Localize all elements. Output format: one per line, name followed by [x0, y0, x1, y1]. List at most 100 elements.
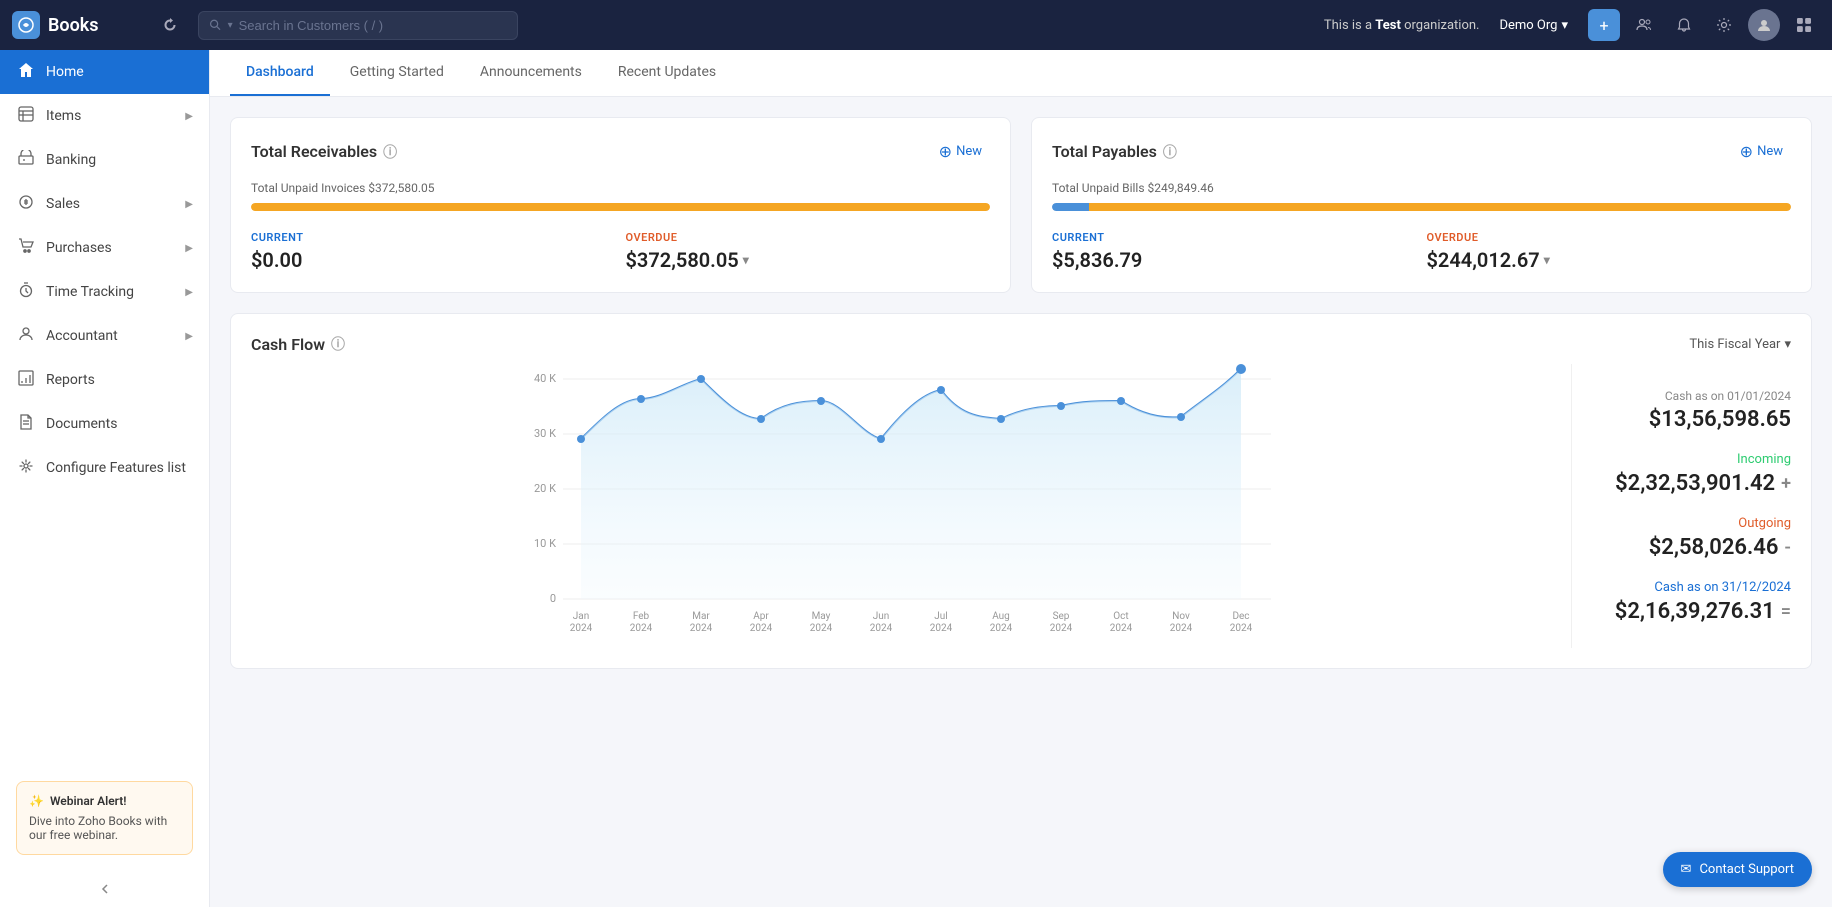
new-plus-icon: ⊕	[939, 142, 952, 161]
users-icon	[1636, 17, 1652, 33]
settings-button[interactable]	[1708, 9, 1740, 41]
svg-text:2024: 2024	[1170, 623, 1193, 634]
payables-current: CURRENT $5,836.79	[1052, 231, 1417, 272]
svg-text:Aug: Aug	[992, 611, 1010, 622]
payables-stats: CURRENT $5,836.79 OVERDUE $244,012.67 ▾	[1052, 231, 1791, 272]
collapse-icon	[97, 881, 113, 897]
receivables-progress	[251, 203, 990, 211]
cashflow-stats: Cash as on 01/01/2024 $13,56,598.65 Inco…	[1571, 364, 1791, 648]
avatar[interactable]	[1748, 9, 1780, 41]
cf-opening: Cash as on 01/01/2024 $13,56,598.65	[1582, 389, 1791, 432]
receivables-overdue-dropdown-icon[interactable]: ▾	[743, 253, 749, 267]
svg-text:2024: 2024	[630, 623, 653, 634]
time-tracking-icon	[16, 282, 36, 302]
sidebar-item-configure[interactable]: Configure Features list	[0, 446, 209, 490]
fiscal-year-label: This Fiscal Year	[1689, 337, 1780, 352]
sidebar-item-sales[interactable]: Sales ▶	[0, 182, 209, 226]
svg-text:Dec: Dec	[1232, 611, 1249, 622]
sidebar-item-time-tracking[interactable]: Time Tracking ▶	[0, 270, 209, 314]
cashflow-inner: 40 K 30 K 20 K 10 K 0	[251, 364, 1791, 648]
cf-outgoing-label: Outgoing	[1582, 516, 1791, 531]
receivables-help-icon[interactable]: ⓘ	[383, 142, 397, 162]
svg-text:2024: 2024	[1230, 623, 1253, 634]
webinar-alert[interactable]: ✨ Webinar Alert! Dive into Zoho Books wi…	[16, 781, 193, 855]
sidebar-label-banking: Banking	[46, 152, 96, 168]
payables-current-label: CURRENT	[1052, 231, 1417, 244]
payables-new-button[interactable]: ⊕ New	[1732, 138, 1791, 165]
bell-icon	[1676, 17, 1692, 33]
contact-support-icon: ✉	[1681, 862, 1692, 877]
sales-arrow-icon: ▶	[185, 199, 193, 210]
create-button[interactable]: +	[1588, 9, 1620, 41]
search-bar[interactable]: ▾	[198, 11, 518, 40]
cf-incoming-value: $2,32,53,901.42 +	[1582, 471, 1791, 496]
refresh-button[interactable]	[154, 9, 186, 41]
users-button[interactable]	[1628, 9, 1660, 41]
receivables-title: Total Receivables ⓘ	[251, 142, 397, 162]
cashflow-card: Cash Flow ⓘ This Fiscal Year ▾ 40 K 30 K	[230, 313, 1812, 669]
sidebar-label-sales: Sales	[46, 196, 80, 212]
receivables-progress-bar	[251, 203, 990, 211]
receivables-header: Total Receivables ⓘ ⊕ New	[251, 138, 990, 165]
sidebar-collapse-button[interactable]	[0, 871, 209, 907]
sidebar-item-purchases[interactable]: Purchases ▶	[0, 226, 209, 270]
sidebar-item-reports[interactable]: Reports	[0, 358, 209, 402]
tab-announcements[interactable]: Announcements	[464, 50, 598, 96]
svg-text:Oct: Oct	[1113, 611, 1128, 622]
payables-overdue: OVERDUE $244,012.67 ▾	[1427, 231, 1792, 272]
cf-opening-value: $13,56,598.65	[1582, 407, 1791, 432]
payables-overdue-dropdown-icon[interactable]: ▾	[1544, 253, 1550, 267]
svg-text:May: May	[812, 611, 831, 622]
notifications-button[interactable]	[1668, 9, 1700, 41]
chart-area: 40 K 30 K 20 K 10 K 0	[251, 364, 1551, 648]
tab-dashboard[interactable]: Dashboard	[230, 50, 330, 96]
cashflow-title: Cash Flow ⓘ	[251, 334, 345, 354]
svg-text:2024: 2024	[1110, 623, 1133, 634]
svg-text:20 K: 20 K	[534, 482, 556, 495]
payables-overdue-label: OVERDUE	[1427, 231, 1792, 244]
receivables-new-button[interactable]: ⊕ New	[931, 138, 990, 165]
sidebar-item-documents[interactable]: Documents	[0, 402, 209, 446]
sidebar-item-banking[interactable]: Banking	[0, 138, 209, 182]
payables-header: Total Payables ⓘ ⊕ New	[1052, 138, 1791, 165]
svg-text:30 K: 30 K	[534, 427, 556, 440]
org-selector[interactable]: Demo Org ▾	[1491, 14, 1576, 37]
content-body: Total Receivables ⓘ ⊕ New Total Unpaid I…	[210, 97, 1832, 689]
cashflow-chart: 40 K 30 K 20 K 10 K 0	[251, 364, 1551, 644]
logo-text: Books	[48, 15, 99, 36]
sales-icon	[16, 194, 36, 214]
main-content: Dashboard Getting Started Announcements …	[210, 50, 1832, 907]
cf-outgoing: Outgoing $2,58,026.46 -	[1582, 516, 1791, 560]
incoming-operator: +	[1781, 473, 1791, 494]
receivables-current: CURRENT $0.00	[251, 231, 616, 272]
sidebar-label-reports: Reports	[46, 372, 95, 388]
tab-recent-updates[interactable]: Recent Updates	[602, 50, 732, 96]
sidebar-item-items[interactable]: Items ▶	[0, 94, 209, 138]
grid-button[interactable]	[1788, 9, 1820, 41]
tab-getting-started[interactable]: Getting Started	[334, 50, 460, 96]
reports-icon	[16, 370, 36, 390]
search-dropdown-icon[interactable]: ▾	[228, 20, 233, 31]
search-input[interactable]	[239, 18, 507, 33]
sidebar-label-items: Items	[46, 108, 81, 124]
payables-help-icon[interactable]: ⓘ	[1163, 142, 1177, 162]
documents-icon	[16, 414, 36, 434]
configure-icon	[16, 458, 36, 478]
sidebar-item-accountant[interactable]: Accountant ▶	[0, 314, 209, 358]
header-actions: +	[1588, 9, 1820, 41]
sidebar-item-home[interactable]: Home	[0, 50, 209, 94]
contact-support-button[interactable]: ✉ Contact Support	[1663, 852, 1812, 887]
payables-progress-bar	[1052, 203, 1791, 211]
svg-text:2024: 2024	[750, 623, 773, 634]
cf-incoming-label: Incoming	[1582, 452, 1791, 467]
fiscal-year-selector[interactable]: This Fiscal Year ▾	[1689, 337, 1791, 352]
sidebar-label-time-tracking: Time Tracking	[46, 284, 134, 300]
search-icon	[209, 18, 222, 32]
contact-support-label: Contact Support	[1699, 862, 1794, 877]
sidebar-bottom: ✨ Webinar Alert! Dive into Zoho Books wi…	[0, 765, 209, 871]
receivables-card: Total Receivables ⓘ ⊕ New Total Unpaid I…	[230, 117, 1011, 293]
cf-incoming: Incoming $2,32,53,901.42 +	[1582, 452, 1791, 496]
cashflow-help-icon[interactable]: ⓘ	[331, 334, 345, 354]
purchases-arrow-icon: ▶	[185, 243, 193, 254]
svg-text:Apr: Apr	[753, 611, 769, 622]
